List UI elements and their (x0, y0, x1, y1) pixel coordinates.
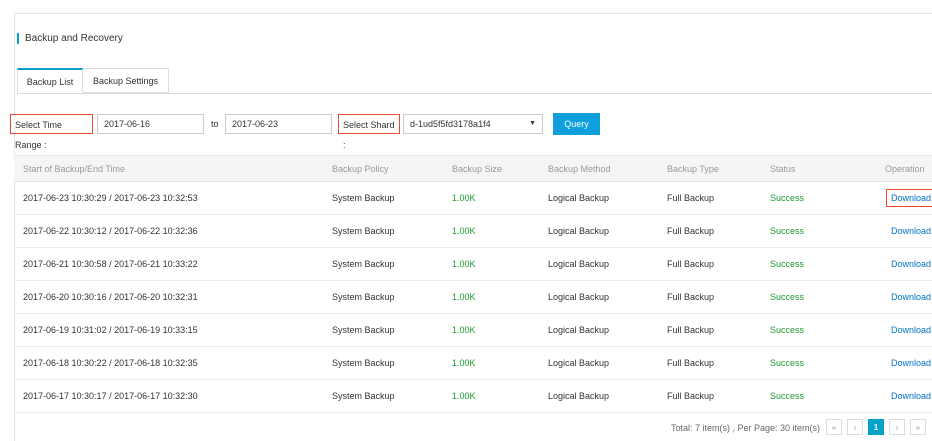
cell-status: Success (770, 193, 805, 203)
cell-method: Logical Backup (548, 325, 610, 335)
tab-backup-settings[interactable]: Backup Settings (83, 68, 169, 93)
cell-size: 1.00K (452, 193, 476, 203)
total-items-text: Total: 7 item(s) , Per Page: 30 item(s) (671, 423, 821, 433)
cell-time: 2017-06-20 10:30:16 / 2017-06-20 10:32:3… (23, 292, 198, 302)
header-time: Start of Backup/End Time (23, 164, 126, 174)
last-page-button[interactable]: » (910, 419, 926, 435)
to-label: to (211, 119, 219, 129)
cell-policy: System Backup (332, 391, 395, 401)
query-button[interactable]: Query (553, 113, 600, 135)
shard-select-value: d-1ud5f5fd3178a1f4 (410, 119, 491, 129)
download-link[interactable]: Download (891, 358, 931, 368)
cell-policy: System Backup (332, 259, 395, 269)
cell-size: 1.00K (452, 358, 476, 368)
cell-size: 1.00K (452, 226, 476, 236)
cell-type: Full Backup (667, 325, 715, 335)
page-title: Backup and Recovery (17, 33, 123, 44)
cell-time: 2017-06-22 10:30:12 / 2017-06-22 10:32:3… (23, 226, 198, 236)
table-row: 2017-06-17 10:30:17 / 2017-06-17 10:32:3… (14, 380, 932, 413)
cell-status: Success (770, 226, 805, 236)
header-operation: Operation (885, 164, 925, 174)
cell-type: Full Backup (667, 358, 715, 368)
cell-method: Logical Backup (548, 259, 610, 269)
cell-policy: System Backup (332, 193, 395, 203)
caret-down-icon: ▼ (529, 120, 536, 127)
cell-time: 2017-06-23 10:30:29 / 2017-06-23 10:32:5… (23, 193, 198, 203)
shard-label: Select Shard : (338, 114, 400, 150)
pagination-bar: Total: 7 item(s) , Per Page: 30 item(s) … (0, 419, 932, 441)
cell-method: Logical Backup (548, 292, 610, 302)
download-link[interactable]: Download (891, 292, 931, 302)
cell-time: 2017-06-17 10:30:17 / 2017-06-17 10:32:3… (23, 391, 198, 401)
shard-select[interactable]: d-1ud5f5fd3178a1f4 ▼ (403, 114, 543, 134)
header-status: Status (770, 164, 796, 174)
download-link[interactable]: Download (891, 391, 931, 401)
table-row: 2017-06-19 10:31:02 / 2017-06-19 10:33:1… (14, 314, 932, 347)
cell-policy: System Backup (332, 325, 395, 335)
header-method: Backup Method (548, 164, 611, 174)
cell-policy: System Backup (332, 358, 395, 368)
time-range-label: Select Time Range : (10, 114, 93, 150)
page-title-text: Backup and Recovery (25, 33, 123, 44)
cell-time: 2017-06-19 10:31:02 / 2017-06-19 10:33:1… (23, 325, 198, 335)
table-row: 2017-06-21 10:30:58 / 2017-06-21 10:33:2… (14, 248, 932, 281)
tab-divider (17, 93, 932, 94)
cell-type: Full Backup (667, 193, 715, 203)
cell-size: 1.00K (452, 391, 476, 401)
tab-backup-list[interactable]: Backup List (17, 68, 83, 93)
panel-top-border (14, 13, 932, 14)
download-link[interactable]: Download (891, 259, 931, 269)
cell-type: Full Backup (667, 391, 715, 401)
cell-type: Full Backup (667, 259, 715, 269)
cell-size: 1.00K (452, 292, 476, 302)
cell-status: Success (770, 391, 805, 401)
table-row: 2017-06-18 10:30:22 / 2017-06-18 10:32:3… (14, 347, 932, 380)
download-link[interactable]: Download (891, 226, 931, 236)
title-accent-bar (17, 33, 19, 44)
cell-method: Logical Backup (548, 226, 610, 236)
cell-status: Success (770, 358, 805, 368)
cell-size: 1.00K (452, 259, 476, 269)
cell-method: Logical Backup (548, 358, 610, 368)
prev-page-button[interactable]: ‹ (847, 419, 863, 435)
table-row: 2017-06-22 10:30:12 / 2017-06-22 10:32:3… (14, 215, 932, 248)
cell-type: Full Backup (667, 226, 715, 236)
console-panel: Backup and Recovery Backup List Backup S… (0, 0, 932, 441)
header-size: Backup Size (452, 164, 503, 174)
download-link[interactable]: Download (891, 325, 931, 335)
cell-status: Success (770, 292, 805, 302)
end-date-input[interactable]: 2017-06-23 (225, 114, 332, 134)
cell-method: Logical Backup (548, 193, 610, 203)
first-page-button[interactable]: « (826, 419, 842, 435)
header-policy: Backup Policy (332, 164, 389, 174)
cell-status: Success (770, 259, 805, 269)
next-page-button[interactable]: › (889, 419, 905, 435)
page-1-button[interactable]: 1 (868, 419, 884, 435)
cell-size: 1.00K (452, 325, 476, 335)
cell-policy: System Backup (332, 226, 395, 236)
header-type: Backup Type (667, 164, 719, 174)
table-header: Start of Backup/End Time Backup Policy B… (14, 155, 932, 182)
tab-bar: Backup List Backup Settings (17, 68, 169, 94)
cell-policy: System Backup (332, 292, 395, 302)
cell-method: Logical Backup (548, 391, 610, 401)
start-date-input[interactable]: 2017-06-16 (97, 114, 204, 134)
cell-type: Full Backup (667, 292, 715, 302)
cell-status: Success (770, 325, 805, 335)
cell-time: 2017-06-21 10:30:58 / 2017-06-21 10:33:2… (23, 259, 198, 269)
cell-time: 2017-06-18 10:30:22 / 2017-06-18 10:32:3… (23, 358, 198, 368)
download-link[interactable]: Download (886, 189, 932, 207)
table-row: 2017-06-20 10:30:16 / 2017-06-20 10:32:3… (14, 281, 932, 314)
table-row: 2017-06-23 10:30:29 / 2017-06-23 10:32:5… (14, 182, 932, 215)
